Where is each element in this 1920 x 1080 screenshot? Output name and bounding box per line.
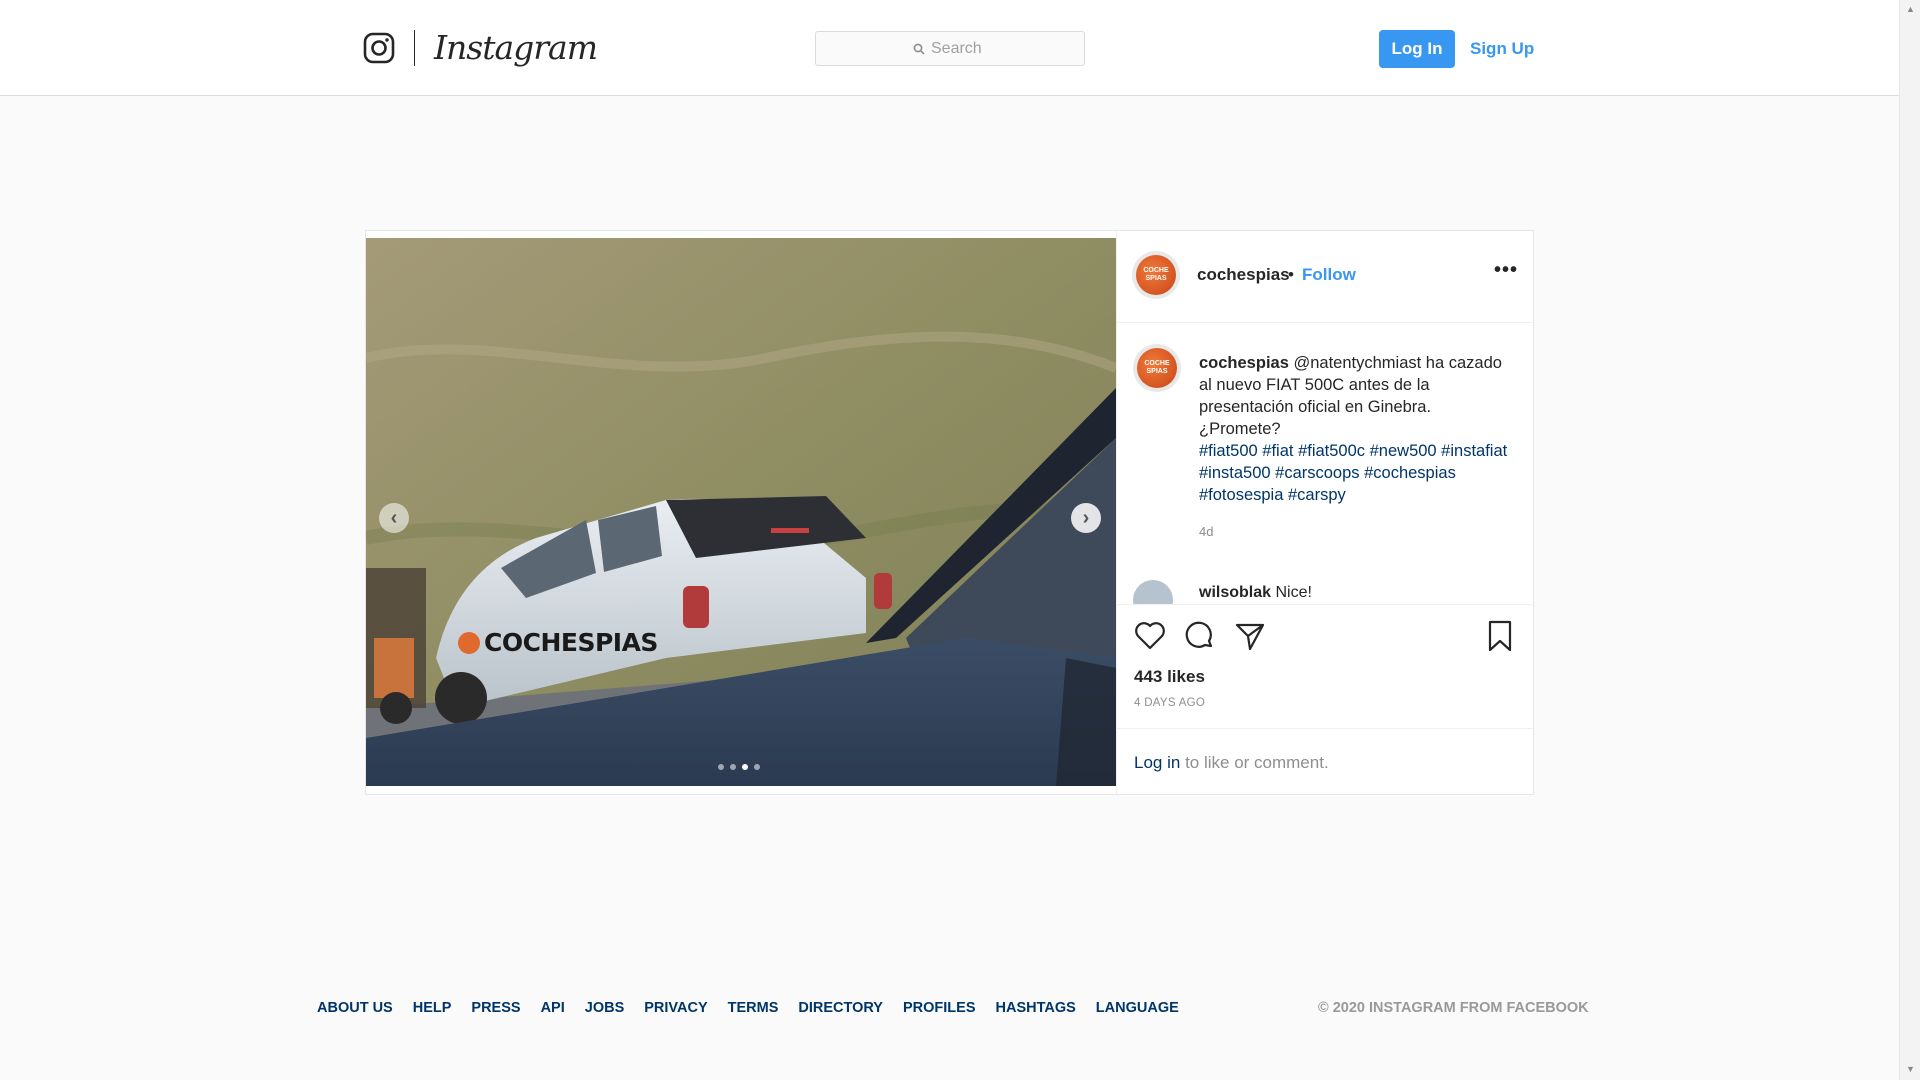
carousel-next-button[interactable]: › — [1071, 503, 1101, 533]
bookmark-icon[interactable] — [1483, 619, 1517, 653]
search-icon — [913, 43, 925, 55]
signup-link[interactable]: Sign Up — [1470, 30, 1534, 68]
post-photo[interactable]: COCHESPIAS ‹ › — [366, 238, 1116, 786]
footer-links: ABOUT US HELP PRESS API JOBS PRIVACY TER… — [317, 1000, 1179, 1016]
search-box[interactable] — [815, 31, 1085, 66]
page-scrollbar[interactable]: ▲ ▼ — [1899, 0, 1920, 1080]
scroll-down-arrow-icon[interactable]: ▼ — [1906, 1064, 1915, 1074]
top-navigation-bar: Instagram Log In Sign Up — [0, 0, 1899, 96]
likes-count[interactable]: 443 likes — [1134, 667, 1205, 687]
chevron-right-icon: › — [1082, 507, 1090, 529]
instagram-wordmark[interactable]: Instagram — [434, 26, 598, 70]
carousel-dot — [718, 764, 724, 770]
post-caption: cochespias @natentychmiast ha cazado al … — [1199, 352, 1509, 440]
comment-username[interactable]: wilsoblak — [1199, 584, 1271, 601]
post-actions: 443 likes 4 DAYS AGO — [1117, 604, 1535, 728]
caption-timestamp: 4d — [1199, 524, 1214, 539]
share-icon[interactable] — [1233, 619, 1267, 653]
carousel-dot — [754, 764, 760, 770]
carousel-indicator — [718, 764, 760, 770]
more-icon[interactable]: ••• — [1494, 259, 1518, 282]
footer-link-about[interactable]: ABOUT US — [317, 1000, 393, 1016]
photo-scene — [366, 238, 1116, 786]
footer-link-privacy[interactable]: PRIVACY — [644, 1000, 707, 1016]
footer-link-jobs[interactable]: JOBS — [585, 1000, 625, 1016]
login-prompt: Log in to like or comment. — [1117, 728, 1535, 794]
footer-link-profiles[interactable]: PROFILES — [903, 1000, 976, 1016]
post-author-username[interactable]: cochespias — [1197, 265, 1290, 285]
separator-dot: • — [1288, 265, 1294, 284]
carousel-dot — [730, 764, 736, 770]
comment-item: wilsoblak Nice! — [1199, 584, 1312, 602]
comment-text: Nice! — [1275, 584, 1312, 601]
footer-link-language[interactable]: LANGUAGE — [1096, 1000, 1179, 1016]
footer-link-press[interactable]: PRESS — [471, 1000, 520, 1016]
post-header: COCHE SPIAS cochespias • Follow ••• — [1117, 231, 1535, 323]
comments-list[interactable]: COCHE SPIAS cochespias @natentychmiast h… — [1117, 324, 1535, 604]
logo-divider — [414, 30, 415, 66]
post-side-panel: COCHE SPIAS cochespias • Follow ••• COCH… — [1116, 231, 1535, 794]
footer-link-directory[interactable]: DIRECTORY — [798, 1000, 883, 1016]
post-card: COCHESPIAS ‹ › COCHE SPIAS cochespias • … — [365, 230, 1535, 795]
search-input[interactable] — [931, 39, 987, 58]
login-button[interactable]: Log In — [1379, 30, 1455, 68]
photo-watermark: COCHESPIAS — [458, 628, 658, 657]
carousel-prev-button[interactable]: ‹ — [379, 503, 409, 533]
footer-link-terms[interactable]: TERMS — [728, 1000, 779, 1016]
heart-icon[interactable] — [1133, 619, 1167, 653]
scroll-up-arrow-icon[interactable]: ▲ — [1906, 4, 1915, 14]
caption-username[interactable]: cochespias — [1199, 354, 1289, 372]
comment-icon[interactable] — [1183, 619, 1217, 653]
avatar[interactable]: COCHE SPIAS — [1133, 344, 1181, 392]
avatar[interactable]: COCHE SPIAS — [1132, 251, 1180, 299]
avatar[interactable] — [1133, 580, 1173, 604]
watermark-logo-icon — [458, 631, 480, 654]
footer-link-help[interactable]: HELP — [413, 1000, 452, 1016]
caption-hashtags[interactable]: #fiat500 #fiat #fiat500c #new500 #instaf… — [1199, 440, 1509, 506]
login-link[interactable]: Log in — [1134, 753, 1180, 772]
instagram-glyph-icon[interactable] — [363, 32, 395, 64]
footer-link-hashtags[interactable]: HASHTAGS — [996, 1000, 1076, 1016]
login-prompt-text: to like or comment. — [1185, 753, 1329, 772]
footer-link-api[interactable]: API — [541, 1000, 565, 1016]
chevron-left-icon: ‹ — [390, 507, 398, 529]
follow-button[interactable]: Follow — [1302, 265, 1356, 285]
footer-copyright: © 2020 INSTAGRAM FROM FACEBOOK — [1318, 1000, 1589, 1016]
carousel-dot-active — [742, 764, 748, 770]
post-date: 4 DAYS AGO — [1134, 697, 1206, 709]
